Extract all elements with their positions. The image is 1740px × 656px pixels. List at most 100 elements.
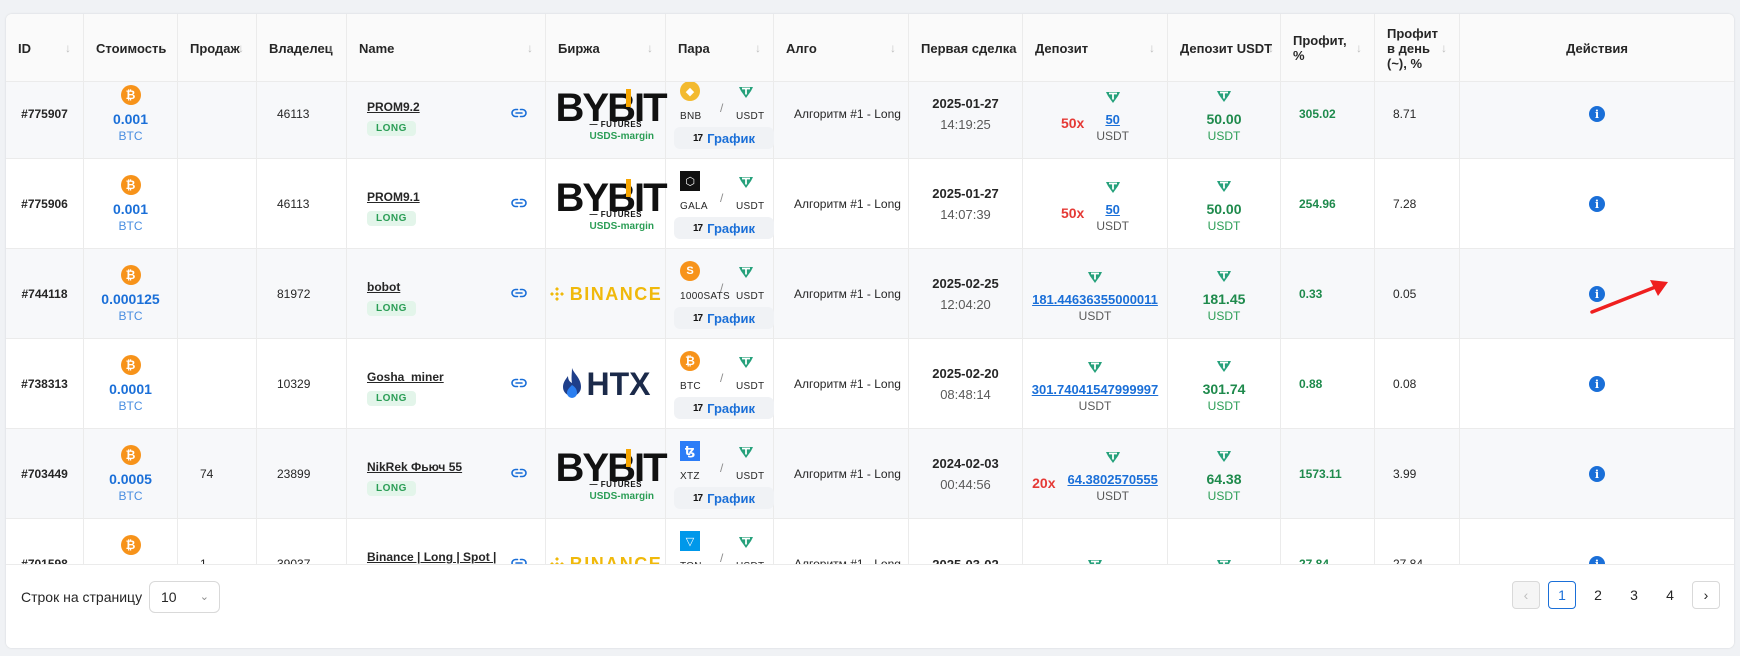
cell-cost: ₿ 0.00010 BTC — [84, 519, 178, 564]
link-icon[interactable] — [511, 197, 527, 209]
cell-name: PROM9.2 LONG — [347, 82, 546, 159]
page-3-button[interactable]: 3 — [1620, 581, 1648, 609]
deposit-link[interactable]: 50 — [1105, 202, 1119, 217]
sort-arrow-icon[interactable]: ↓ — [159, 41, 165, 55]
link-icon[interactable] — [511, 467, 527, 479]
deposit-link[interactable]: 50 — [1105, 112, 1119, 127]
col-title: Действия — [1566, 40, 1628, 56]
col-header-algo[interactable]: Алго ↓ — [774, 14, 909, 82]
bot-name-link[interactable]: NikRek Фьюч 55 — [367, 460, 462, 474]
page-4-button[interactable]: 4 — [1656, 581, 1684, 609]
bot-name-link[interactable]: bobot — [367, 280, 400, 294]
link-icon[interactable] — [511, 377, 527, 389]
owner-id: 81972 — [277, 287, 311, 301]
table-row[interactable]: #738313 ₿ 0.0001 BTC 10329 Gosha_miner L… — [6, 339, 1734, 429]
col-header-exchange[interactable]: Биржа ↓ — [546, 14, 666, 82]
table-body[interactable]: #775907 ₿ 0.001 BTC 46113 PROM9.2 LONG B… — [6, 82, 1734, 564]
info-icon[interactable]: i — [1589, 106, 1605, 122]
sort-arrow-icon[interactable]: ↓ — [238, 41, 244, 55]
prev-page-button[interactable]: ‹ — [1512, 581, 1540, 609]
cell-deposit: 181.44636355000011 USDT — [1023, 249, 1168, 339]
cost-value: 0.0005 — [109, 471, 152, 487]
sort-arrow-icon[interactable]: ↓ — [1441, 41, 1447, 55]
owner-id: 46113 — [277, 107, 310, 121]
sort-arrow-icon[interactable]: ↓ — [1268, 41, 1274, 55]
col-header-sales[interactable]: Продаж ↓ — [178, 14, 257, 82]
col-header-cost[interactable]: Стоимость ↓ — [84, 14, 178, 82]
info-icon[interactable]: i — [1589, 556, 1605, 564]
col-header-profit[interactable]: Профит,% ↓ — [1281, 14, 1375, 82]
exchange-logo: BYBIT — FUTURES USDS-margin — [556, 84, 668, 144]
table-row[interactable]: #775907 ₿ 0.001 BTC 46113 PROM9.2 LONG B… — [6, 82, 1734, 159]
bot-name-link[interactable]: Gosha_miner — [367, 370, 444, 384]
table-row[interactable]: #701598 ₿ 0.00010 BTC 1 39037 Binance | … — [6, 519, 1734, 564]
exchange-logo: BINANCE — [549, 554, 663, 564]
trade-date: 2025-01-27 — [932, 96, 999, 111]
col-title: Депозит USDT — [1180, 40, 1273, 56]
deposit-link[interactable]: 64.3802570555 — [1067, 472, 1157, 487]
table-row[interactable]: #703449 ₿ 0.0005 BTC 74 23899 NikRek Фью… — [6, 429, 1734, 519]
chart-button[interactable]: 17 График — [674, 397, 774, 419]
cell-first-trade: 2025-02-25 12:04:20 — [909, 249, 1023, 339]
cell-algo: Алгоритм #1 - Long — [774, 429, 909, 519]
sort-arrow-icon[interactable]: ↓ — [647, 41, 653, 55]
sort-arrow-icon[interactable]: ↓ — [755, 41, 761, 55]
profit-value: 0.88 — [1299, 377, 1323, 391]
sort-arrow-icon[interactable]: ↓ — [1356, 41, 1362, 55]
tether-icon — [739, 177, 753, 188]
cell-profit-day: 27.84 — [1375, 519, 1460, 564]
chart-button[interactable]: 17 График — [674, 127, 774, 149]
col-title-line: Профит — [1387, 25, 1438, 41]
owner-id: 39037 — [277, 557, 311, 564]
col-header-profit-day[interactable]: Профит в день (~), % ↓ — [1375, 14, 1460, 82]
chart-button[interactable]: 17 График — [674, 307, 774, 329]
table-row[interactable]: #744118 ₿ 0.000125 BTC 81972 bobot LONG … — [6, 249, 1734, 339]
col-header-deposit[interactable]: Депозит ↓ — [1023, 14, 1168, 82]
bot-name-link[interactable]: PROM9.1 — [367, 190, 420, 204]
cell-first-trade: 2025-01-27 14:07:39 — [909, 159, 1023, 249]
col-title: Профит,% — [1293, 33, 1347, 63]
bot-name-link[interactable]: PROM9.2 — [367, 100, 420, 114]
col-header-owner[interactable]: Владелец ↓ — [257, 14, 347, 82]
cell-profit-day: 0.08 — [1375, 339, 1460, 429]
bot-id: #701598 — [21, 557, 68, 564]
info-icon[interactable]: i — [1589, 376, 1605, 392]
page-1-button[interactable]: 1 — [1548, 581, 1576, 609]
base-coin-icon: ₿ — [680, 351, 700, 371]
deposit-link[interactable]: 301.74041547999997 — [1032, 382, 1159, 397]
info-icon[interactable]: i — [1589, 196, 1605, 212]
cell-pair: ⬡ / GALA USDT 17 График — [666, 159, 774, 249]
sort-arrow-icon[interactable]: ↓ — [1149, 41, 1155, 55]
algo-name: Алгоритм #1 - Long — [794, 107, 901, 121]
page-2-button[interactable]: 2 — [1584, 581, 1612, 609]
link-icon[interactable] — [511, 557, 527, 564]
deposit-link[interactable]: 181.44636355000011 — [1032, 292, 1158, 307]
col-header-name[interactable]: Name ↓ — [347, 14, 546, 82]
next-page-button[interactable]: › — [1692, 581, 1720, 609]
chart-button[interactable]: 17 График — [674, 217, 774, 239]
link-icon[interactable] — [511, 107, 527, 119]
sort-arrow-icon[interactable]: ↓ — [65, 41, 71, 55]
tradingview-icon: 17 — [692, 402, 703, 414]
bot-name-link[interactable]: Binance | Long | Spot | — [367, 550, 496, 564]
sort-arrow-icon[interactable]: ↓ — [890, 41, 896, 55]
rows-per-page-select[interactable]: 10 ⌄ — [149, 581, 220, 613]
table-rows: #775907 ₿ 0.001 BTC 46113 PROM9.2 LONG B… — [6, 82, 1734, 564]
link-icon[interactable] — [511, 287, 527, 299]
col-header-first-trade[interactable]: Первая сделка ↓ — [909, 14, 1023, 82]
table-row[interactable]: #775906 ₿ 0.001 BTC 46113 PROM9.1 LONG B… — [6, 159, 1734, 249]
col-header-pair[interactable]: Пара ↓ — [666, 14, 774, 82]
sort-arrow-icon[interactable]: ↓ — [1010, 41, 1016, 55]
cell-sales — [178, 249, 257, 339]
bitcoin-icon: ₿ — [120, 265, 141, 285]
col-header-id[interactable]: ID ↓ — [6, 14, 84, 82]
binance-logo-icon: BINANCE — [549, 554, 663, 564]
info-icon[interactable]: i — [1589, 466, 1605, 482]
deposit-usdt-value: 50.00 — [1206, 201, 1242, 217]
chart-button[interactable]: 17 График — [674, 487, 774, 509]
sort-arrow-icon[interactable]: ↓ — [527, 41, 533, 55]
sort-arrow-icon[interactable]: ↓ — [328, 41, 334, 55]
tether-icon — [739, 537, 753, 548]
col-header-deposit-usdt[interactable]: Депозит USDT ↓ — [1168, 14, 1281, 82]
cell-pair: ꜩ / XTZ USDT 17 График — [666, 429, 774, 519]
